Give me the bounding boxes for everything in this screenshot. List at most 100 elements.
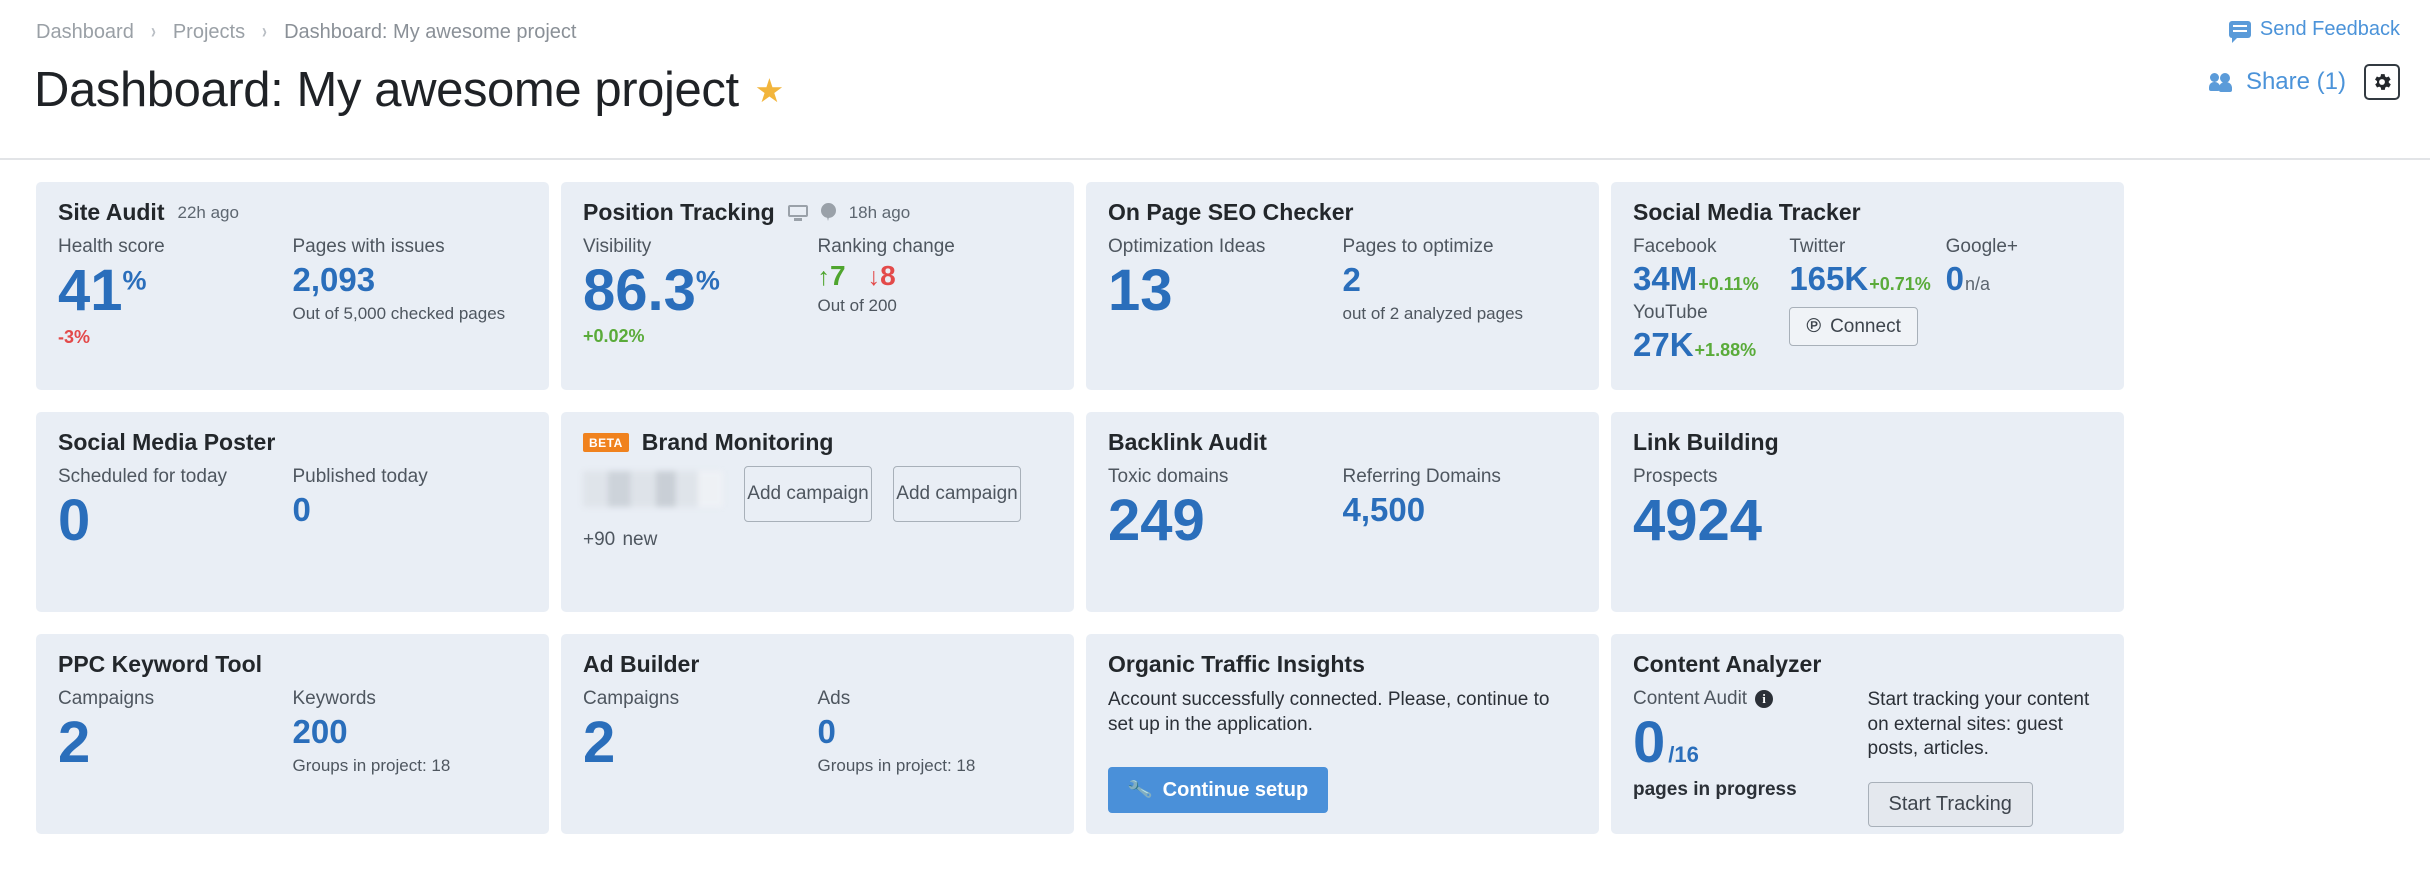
- card-body: Prospects 4924: [1633, 466, 2102, 553]
- social-youtube: YouTube 27K +1.88%: [1633, 302, 1789, 364]
- metric-value: 2: [583, 710, 616, 775]
- new-mentions-count: +90: [583, 529, 616, 550]
- health-score-unit: %: [122, 265, 147, 296]
- card-on-page-seo-checker[interactable]: On Page SEO Checker Optimization Ideas 1…: [1086, 182, 1599, 390]
- network-name: YouTube: [1633, 302, 1708, 323]
- social-facebook: Facebook 34M +0.11%: [1633, 236, 1789, 298]
- network-value: 0: [1945, 260, 1965, 297]
- rank-down-value: 8: [880, 260, 896, 291]
- card-backlink-audit[interactable]: Backlink Audit Toxic domains 249 Referri…: [1086, 412, 1599, 612]
- card-title: Position Tracking: [583, 199, 775, 225]
- card-header: Site Audit 22h ago: [58, 199, 527, 226]
- network-value-row: 165K +0.71%: [1789, 260, 1945, 298]
- add-campaign-button-2[interactable]: Add campaign: [893, 466, 1021, 522]
- card-header: Content Analyzer: [1633, 651, 2102, 678]
- send-feedback-label: Send Feedback: [2259, 18, 2400, 40]
- start-tracking-button[interactable]: Start Tracking: [1867, 782, 2033, 828]
- card-organic-traffic-insights[interactable]: Organic Traffic Insights Account success…: [1086, 634, 1599, 834]
- content-analyzer-cta: Start tracking your content on external …: [1867, 688, 2103, 828]
- metric-label: Campaigns: [583, 688, 680, 709]
- metric-ranking-change: Ranking change ↑7 ↓8 Out of 200: [818, 236, 1053, 347]
- metric-label: Optimization Ideas: [1108, 236, 1266, 257]
- metric-label: Prospects: [1633, 466, 1718, 487]
- card-ad-builder[interactable]: Ad Builder Campaigns 2 Ads 0 Groups in p…: [561, 634, 1074, 834]
- metric-label: Ranking change: [817, 236, 955, 257]
- network-delta: +0.71%: [1869, 274, 1931, 294]
- connect-pinterest-button[interactable]: ℗ Connect: [1789, 307, 1918, 346]
- card-title: Backlink Audit: [1108, 429, 1267, 455]
- card-title: Link Building: [1633, 429, 1779, 455]
- dashboard-grid-row-1: Site Audit 22h ago Health score 41% -3% …: [0, 160, 2430, 390]
- star-icon[interactable]: ★: [755, 74, 785, 107]
- card-title: Social Media Tracker: [1633, 199, 1861, 225]
- card-link-building[interactable]: Link Building Prospects 4924: [1611, 412, 2124, 612]
- metric-value: 4,500: [1342, 491, 1426, 528]
- card-header: BETA Brand Monitoring: [583, 429, 1052, 456]
- share-button[interactable]: Share (1): [2208, 68, 2346, 96]
- share-label: Share (1): [2245, 68, 2346, 95]
- metric-value: 2,093: [292, 261, 376, 298]
- metric-label: Health score: [58, 236, 165, 257]
- send-feedback-button[interactable]: Send Feedback: [2228, 18, 2400, 43]
- cta-description: Start tracking your content on external …: [1867, 689, 2090, 760]
- card-header: Position Tracking 18h ago: [583, 199, 1052, 226]
- card-body: Optimization Ideas 13 Pages to optimize …: [1108, 236, 1577, 324]
- header-actions: Send Feedback Share (1): [2208, 18, 2400, 100]
- continue-setup-button[interactable]: 🔧 Continue setup: [1108, 767, 1329, 814]
- card-header: Social Media Tracker: [1633, 199, 2102, 226]
- status-message: Account successfully connected. Please, …: [1108, 689, 1550, 735]
- metric-visibility: Visibility 86.3% +0.02%: [583, 236, 818, 347]
- rank-up: ↑7: [818, 260, 846, 292]
- card-site-audit[interactable]: Site Audit 22h ago Health score 41% -3% …: [36, 182, 549, 390]
- page-title-text: Dashboard: My awesome project: [34, 63, 739, 117]
- breadcrumb-item-projects[interactable]: Projects: [173, 21, 245, 44]
- settings-button[interactable]: [2364, 64, 2400, 100]
- metric-ads: Ads 0 Groups in project: 18: [818, 688, 1053, 776]
- dashboard-grid-row-2: Social Media Poster Scheduled for today …: [0, 390, 2430, 612]
- metric-referring-domains: Referring Domains 4,500: [1343, 466, 1578, 553]
- network-value: 27K: [1633, 326, 1694, 363]
- metric-label: Ads: [817, 688, 851, 709]
- metric-sublabel: Groups in project: 18: [817, 755, 976, 775]
- network-value: 34M: [1633, 260, 1698, 297]
- metric-sublabel: out of 2 analyzed pages: [1342, 303, 1524, 323]
- card-position-tracking[interactable]: Position Tracking 18h ago Visibility 86.…: [561, 182, 1074, 390]
- network-delta: +0.11%: [1698, 274, 1759, 294]
- pinterest-icon: ℗: [1806, 315, 1822, 337]
- metric-content-audit: Content Audit i 0 /16 pages in progress: [1633, 688, 1868, 827]
- social-networks-row-1: Facebook 34M +0.11% Twitter 165K +0.71% …: [1633, 236, 2102, 298]
- card-brand-monitoring[interactable]: BETA Brand Monitoring +90 new Add campai…: [561, 412, 1074, 612]
- network-value-row: 27K +1.88%: [1633, 326, 1789, 364]
- network-delta: n/a: [1965, 274, 1991, 294]
- social-connect-cell: ℗ Connect: [1789, 302, 2102, 364]
- card-ppc-keyword-tool[interactable]: PPC Keyword Tool Campaigns 2 Keywords 20…: [36, 634, 549, 834]
- breadcrumb-item-current: Dashboard: My awesome project: [284, 20, 577, 43]
- brand-monitoring-left: +90 new: [583, 466, 723, 552]
- metric-campaigns: Campaigns 2: [583, 688, 818, 776]
- network-name: Google+: [1945, 236, 2019, 257]
- blurred-content-placeholder: [583, 471, 723, 507]
- breadcrumb-item-dashboard[interactable]: Dashboard: [36, 21, 134, 44]
- info-icon[interactable]: i: [1755, 690, 1774, 708]
- add-campaign-button-1[interactable]: Add campaign: [744, 466, 872, 522]
- card-header: Backlink Audit: [1108, 429, 1577, 456]
- health-score-delta: -3%: [58, 326, 91, 347]
- card-header: Ad Builder: [583, 651, 1052, 678]
- card-body: Campaigns 2 Ads 0 Groups in project: 18: [583, 688, 1052, 776]
- share-row: Share (1): [2208, 64, 2400, 100]
- arrow-up-icon: ↑: [817, 263, 831, 291]
- social-twitter: Twitter 165K +0.71%: [1789, 236, 1945, 298]
- card-header: PPC Keyword Tool: [58, 651, 527, 678]
- metric-sublabel: Out of 5,000 checked pages: [292, 303, 506, 323]
- card-social-media-tracker[interactable]: Social Media Tracker Facebook 34M +0.11%…: [1611, 182, 2124, 390]
- page-title: Dashboard: My awesome project ★: [0, 44, 2430, 118]
- card-body: Toxic domains 249 Referring Domains 4,50…: [1108, 466, 1577, 553]
- card-content-analyzer[interactable]: Content Analyzer Content Audit i 0 /16 p…: [1611, 634, 2124, 834]
- visibility-unit: %: [695, 265, 720, 296]
- metric-value: 0: [58, 488, 91, 553]
- wrench-icon: 🔧: [1126, 778, 1154, 804]
- dashboard-grid-row-3: PPC Keyword Tool Campaigns 2 Keywords 20…: [0, 612, 2430, 834]
- card-header: On Page SEO Checker: [1108, 199, 1577, 226]
- card-social-media-poster[interactable]: Social Media Poster Scheduled for today …: [36, 412, 549, 612]
- metric-value: 0: [292, 491, 311, 528]
